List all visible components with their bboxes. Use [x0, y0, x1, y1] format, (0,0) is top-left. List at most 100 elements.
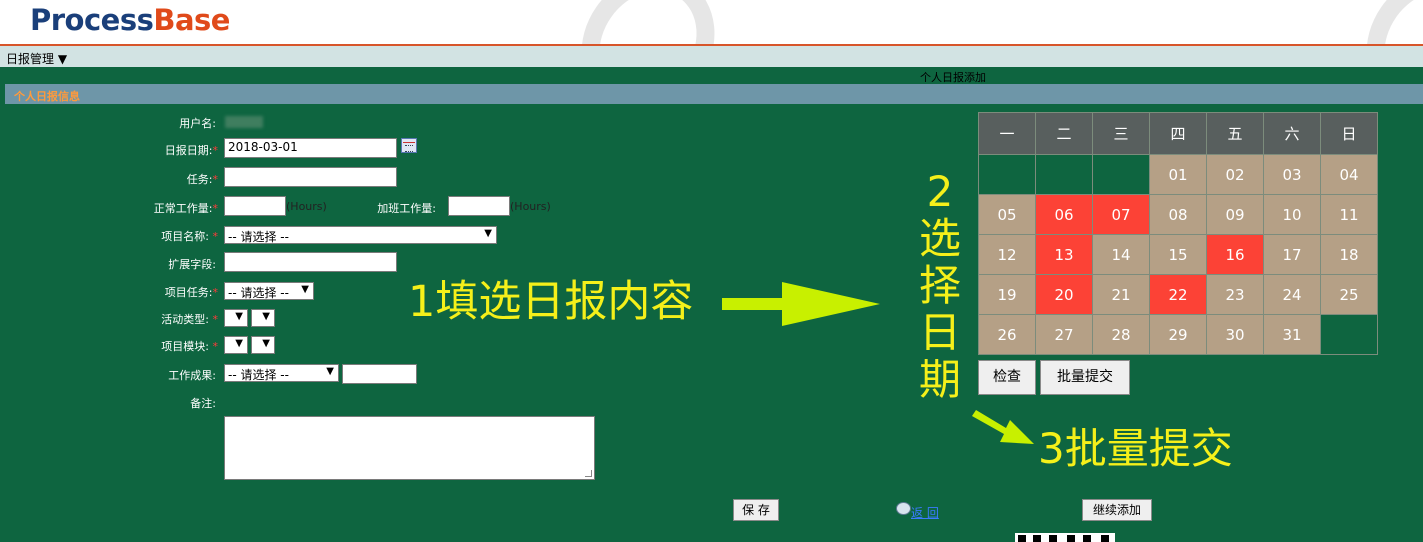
project-task-select[interactable]: -- 请选择 -- ▼ [224, 282, 314, 300]
result-select[interactable]: -- 请选择 -- ▼ [224, 364, 339, 382]
calendar-empty-cell [978, 154, 1036, 195]
arrow-down-right-icon [972, 410, 1034, 444]
caret-down-icon: ▼ [57, 52, 68, 66]
submodule-select[interactable]: ▼ [251, 336, 275, 354]
dropdown-arrow-icon: ▼ [235, 311, 243, 322]
continue-add-button[interactable]: 继续添加 [1082, 499, 1152, 521]
calendar-day[interactable]: 25 [1320, 274, 1378, 315]
calendar-empty-cell [1092, 154, 1150, 195]
batch-submit-button[interactable]: 批量提交 [1040, 360, 1130, 395]
calendar-grid: 一二三四五六日 01 02 03 04 05 06 07 08 09 10 11 12 13 14 15 16… [978, 112, 1378, 355]
username-label: 用户名: [179, 117, 216, 130]
calendar-day-selected[interactable]: 07 [1092, 194, 1150, 235]
ext-field-label: 扩展字段: [168, 258, 216, 271]
calendar-weekday: 四 [1149, 112, 1207, 155]
calendar-day[interactable]: 15 [1149, 234, 1207, 275]
annotation-step1: 1填选日报内容 [408, 277, 694, 327]
dropdown-arrow-icon: ▼ [262, 311, 270, 322]
calendar-weekday: 一 [978, 112, 1036, 155]
annotation-step2: 2选择日期 [912, 168, 968, 403]
dropdown-arrow-icon: ▼ [484, 228, 492, 239]
dropdown-arrow-icon: ▼ [301, 284, 309, 295]
ext-field-input[interactable] [224, 252, 397, 272]
header-watermark [1339, 0, 1423, 45]
logo: ProcessBase [30, 3, 230, 37]
calendar-day[interactable]: 10 [1263, 194, 1321, 235]
calendar-day-selected[interactable]: 22 [1149, 274, 1207, 315]
calendar-day[interactable]: 19 [978, 274, 1036, 315]
page-heading: 个人日报添加 [920, 71, 986, 84]
module-label: 项目模块: * [161, 340, 218, 353]
calendar-week-row: 05 06 07 08 09 10 11 [978, 194, 1378, 235]
calendar-day[interactable]: 23 [1206, 274, 1264, 315]
calendar-day[interactable]: 21 [1092, 274, 1150, 315]
calendar-day[interactable]: 08 [1149, 194, 1207, 235]
task-label: 任务:* [186, 173, 218, 186]
save-button[interactable]: 保 存 [733, 499, 779, 521]
calendar-day[interactable]: 02 [1206, 154, 1264, 195]
menubar: 日报管理 ▼ [0, 46, 1423, 67]
menu-item-daily-report[interactable]: 日报管理 ▼ [6, 50, 67, 67]
calendar-day[interactable]: 05 [978, 194, 1036, 235]
calendar-day[interactable]: 14 [1092, 234, 1150, 275]
calendar-day-selected[interactable]: 16 [1206, 234, 1264, 275]
calendar-week-row: 12 13 14 15 16 17 18 [978, 234, 1378, 275]
date-input[interactable]: 2018-03-01 [224, 138, 397, 158]
calendar-day[interactable]: 30 [1206, 314, 1264, 355]
section-bar: 个人日报信息 [5, 84, 1423, 104]
annotation-step2-char: 2 [926, 167, 954, 216]
calendar-day[interactable]: 31 [1263, 314, 1321, 355]
overtime-input[interactable] [448, 196, 510, 216]
resize-handle-icon[interactable] [585, 470, 592, 477]
calendar-day[interactable]: 24 [1263, 274, 1321, 315]
calendar-picker-icon[interactable] [401, 138, 417, 153]
arrow-right-icon [722, 282, 880, 326]
activity-type-label: 活动类型: * [161, 313, 218, 326]
calendar-day[interactable]: 17 [1263, 234, 1321, 275]
annotation-step2-char: 日 [918, 308, 961, 357]
dropdown-arrow-icon: ▼ [326, 366, 334, 377]
remark-label: 备注: [190, 397, 216, 410]
calendar-day[interactable]: 01 [1149, 154, 1207, 195]
overtime-unit: (Hours) [510, 200, 551, 213]
header: ProcessBase [0, 0, 1423, 45]
section-title: 个人日报信息 [14, 90, 80, 103]
calendar-day[interactable]: 09 [1206, 194, 1264, 235]
result-input[interactable] [342, 364, 417, 384]
calendar-day[interactable]: 27 [1035, 314, 1093, 355]
calendar-day-selected[interactable]: 06 [1035, 194, 1093, 235]
back-icon[interactable] [896, 502, 911, 515]
back-link[interactable]: 返 回 [911, 504, 939, 521]
dropdown-arrow-icon: ▼ [235, 338, 243, 349]
calendar-day[interactable]: 28 [1092, 314, 1150, 355]
project-label: 项目名称: * [161, 230, 218, 243]
calendar-day[interactable]: 03 [1263, 154, 1321, 195]
annotation-step2-char: 选 [918, 214, 961, 263]
calendar-day[interactable]: 04 [1320, 154, 1378, 195]
project-select[interactable]: -- 请选择 -- ▼ [224, 226, 497, 244]
annotation-step2-char: 择 [918, 261, 961, 310]
calendar-week-row: 19 20 21 22 23 24 25 [978, 274, 1378, 315]
task-input[interactable] [224, 167, 397, 187]
calendar-week-row: 26 27 28 29 30 31 [978, 314, 1378, 355]
calendar-day[interactable]: 18 [1320, 234, 1378, 275]
username-value [225, 116, 263, 128]
calendar-week-row: 01 02 03 04 [978, 154, 1378, 195]
module-select[interactable]: ▼ [224, 336, 248, 354]
calendar-day[interactable]: 29 [1149, 314, 1207, 355]
calendar-day-selected[interactable]: 20 [1035, 274, 1093, 315]
calendar-empty-cell [1320, 314, 1378, 355]
remark-textarea[interactable] [224, 416, 595, 480]
overtime-label: 加班工作量: [377, 202, 436, 215]
normal-hours-label: 正常工作量:* [153, 202, 218, 215]
activity-subtype-select[interactable]: ▼ [251, 309, 275, 327]
normal-hours-input[interactable] [224, 196, 286, 216]
calendar-day[interactable]: 12 [978, 234, 1036, 275]
calendar-day[interactable]: 11 [1320, 194, 1378, 235]
calendar-day-selected[interactable]: 13 [1035, 234, 1093, 275]
check-button[interactable]: 检查 [978, 360, 1036, 395]
calendar-weekday: 三 [1092, 112, 1150, 155]
calendar-day[interactable]: 26 [978, 314, 1036, 355]
calendar-weekday: 二 [1035, 112, 1093, 155]
activity-type-select[interactable]: ▼ [224, 309, 248, 327]
